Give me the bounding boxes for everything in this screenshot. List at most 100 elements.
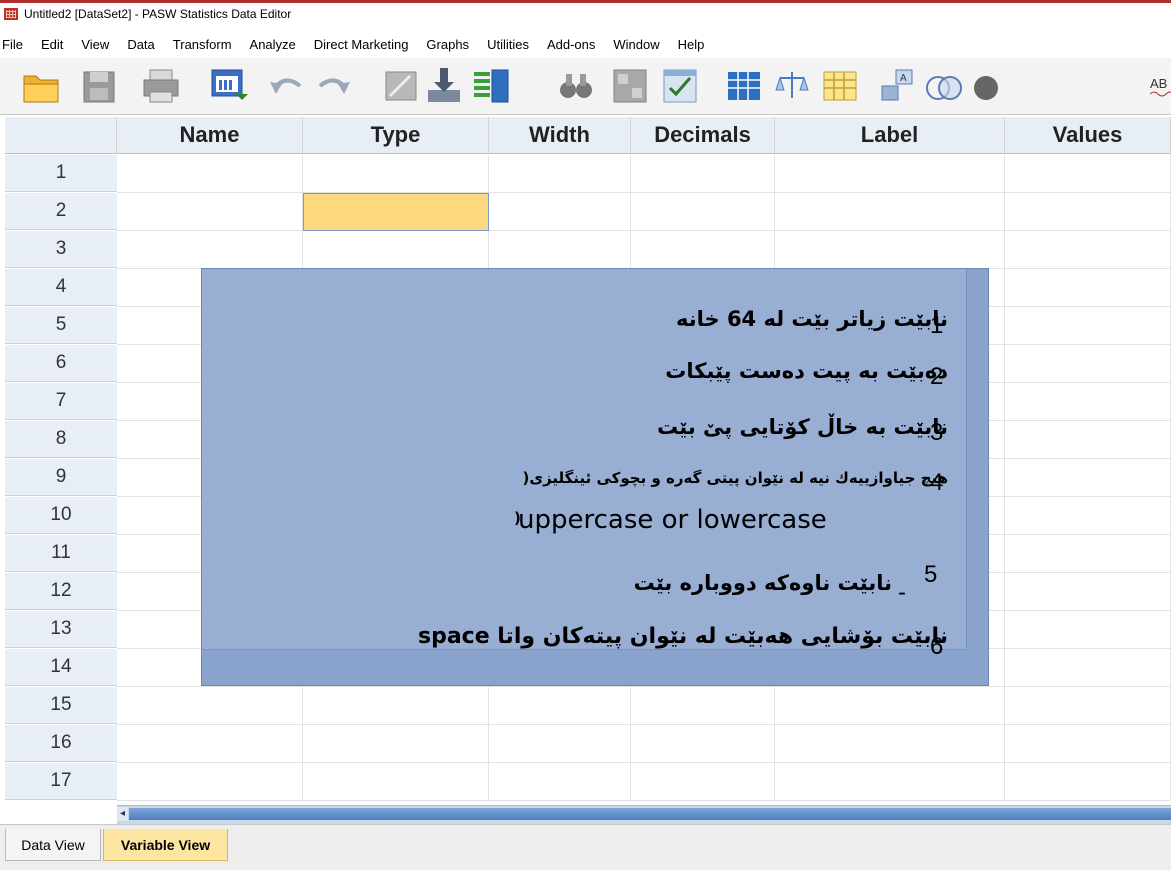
- cell-name[interactable]: [117, 687, 303, 725]
- cell-width[interactable]: [489, 231, 631, 269]
- weight-cases-icon[interactable]: [772, 66, 812, 106]
- goto-case-icon[interactable]: [382, 66, 422, 106]
- goto-variable-icon[interactable]: [424, 66, 464, 106]
- spell-check-icon[interactable]: AB: [1150, 66, 1171, 106]
- corner-cell[interactable]: [5, 117, 117, 154]
- cell-values[interactable]: [1005, 307, 1171, 345]
- menu-view[interactable]: View: [81, 37, 117, 52]
- row-number[interactable]: 16: [5, 725, 117, 762]
- row-number[interactable]: 2: [5, 193, 117, 230]
- row-number[interactable]: 8: [5, 421, 117, 458]
- cell-decimals[interactable]: [631, 231, 775, 269]
- cell-values[interactable]: [1005, 649, 1171, 687]
- menu-add-ons[interactable]: Add-ons: [547, 37, 603, 52]
- tab-data-view[interactable]: Data View: [5, 829, 101, 861]
- cell-values[interactable]: [1005, 269, 1171, 307]
- column-header-name[interactable]: Name: [117, 117, 303, 154]
- row-number[interactable]: 12: [5, 573, 117, 610]
- horizontal-scrollbar[interactable]: ◂: [117, 805, 1171, 824]
- value-labels-icon[interactable]: [820, 66, 860, 106]
- cell-values[interactable]: [1005, 459, 1171, 497]
- cell-width[interactable]: [489, 155, 631, 193]
- row-number[interactable]: 10: [5, 497, 117, 534]
- row-number[interactable]: 3: [5, 231, 117, 268]
- row-number[interactable]: 9: [5, 459, 117, 496]
- row-number[interactable]: 4: [5, 269, 117, 306]
- row-number[interactable]: 11: [5, 535, 117, 572]
- column-header-width[interactable]: Width: [489, 117, 631, 154]
- cell-values[interactable]: [1005, 155, 1171, 193]
- cell-name[interactable]: [117, 155, 303, 193]
- row-number[interactable]: 1: [5, 155, 117, 192]
- menu-direct-marketing[interactable]: Direct Marketing: [314, 37, 417, 52]
- cell-values[interactable]: [1005, 725, 1171, 763]
- row-number[interactable]: 7: [5, 383, 117, 420]
- custom-tables-icon[interactable]: [964, 66, 1004, 106]
- undo-icon[interactable]: [264, 66, 304, 106]
- cell-type[interactable]: [303, 687, 489, 725]
- row-number[interactable]: 17: [5, 763, 117, 800]
- cell-name[interactable]: [117, 725, 303, 763]
- cell-type[interactable]: [303, 231, 489, 269]
- cell-label[interactable]: [775, 193, 1005, 231]
- menu-help[interactable]: Help: [678, 37, 713, 52]
- menu-utilities[interactable]: Utilities: [487, 37, 537, 52]
- cell-decimals[interactable]: [631, 687, 775, 725]
- cell-width[interactable]: [489, 687, 631, 725]
- menu-file[interactable]: File: [2, 37, 31, 52]
- cell-width[interactable]: [489, 193, 631, 231]
- cell-label[interactable]: [775, 687, 1005, 725]
- cell-name[interactable]: [117, 231, 303, 269]
- cell-values[interactable]: [1005, 345, 1171, 383]
- cell-values[interactable]: [1005, 383, 1171, 421]
- select-cases-icon[interactable]: [660, 66, 700, 106]
- cell-values[interactable]: [1005, 421, 1171, 459]
- cell-decimals[interactable]: [631, 763, 775, 801]
- cell-width[interactable]: [489, 725, 631, 763]
- cell-values[interactable]: [1005, 763, 1171, 801]
- insert-cases-icon[interactable]: [724, 66, 764, 106]
- cell-values[interactable]: [1005, 497, 1171, 535]
- cell-label[interactable]: [775, 763, 1005, 801]
- save-icon[interactable]: [80, 66, 120, 106]
- cell-type[interactable]: [303, 155, 489, 193]
- open-folder-icon[interactable]: [20, 66, 64, 106]
- cell-name[interactable]: [117, 193, 303, 231]
- scrollbar-thumb[interactable]: [129, 808, 1171, 820]
- cell-label[interactable]: [775, 231, 1005, 269]
- row-number[interactable]: 13: [5, 611, 117, 648]
- row-number[interactable]: 14: [5, 649, 117, 686]
- column-header-decimals[interactable]: Decimals: [631, 117, 775, 154]
- cell-name[interactable]: [117, 763, 303, 801]
- menu-edit[interactable]: Edit: [41, 37, 71, 52]
- cell-decimals[interactable]: [631, 193, 775, 231]
- column-header-values[interactable]: Values: [1005, 117, 1171, 154]
- cell-decimals[interactable]: [631, 725, 775, 763]
- show-sets-icon[interactable]: [924, 66, 964, 106]
- menu-window[interactable]: Window: [613, 37, 667, 52]
- cell-decimals[interactable]: [631, 155, 775, 193]
- column-header-type[interactable]: Type: [303, 117, 489, 154]
- cell-values[interactable]: [1005, 611, 1171, 649]
- cell-values[interactable]: [1005, 687, 1171, 725]
- cell-values[interactable]: [1005, 573, 1171, 611]
- cell-type[interactable]: [303, 193, 489, 231]
- menu-data[interactable]: Data: [127, 37, 162, 52]
- print-icon[interactable]: [140, 66, 184, 106]
- cell-label[interactable]: [775, 725, 1005, 763]
- row-number[interactable]: 5: [5, 307, 117, 344]
- cell-values[interactable]: [1005, 535, 1171, 573]
- menu-transform[interactable]: Transform: [173, 37, 240, 52]
- menu-graphs[interactable]: Graphs: [426, 37, 477, 52]
- cell-type[interactable]: [303, 725, 489, 763]
- cell-width[interactable]: [489, 763, 631, 801]
- redo-icon[interactable]: [316, 66, 356, 106]
- cell-values[interactable]: [1005, 231, 1171, 269]
- cell-label[interactable]: [775, 155, 1005, 193]
- cell-type[interactable]: [303, 763, 489, 801]
- scroll-left-arrow-icon[interactable]: ◂: [117, 807, 128, 821]
- dialog-recall-icon[interactable]: [208, 66, 252, 106]
- row-number[interactable]: 6: [5, 345, 117, 382]
- row-number[interactable]: 15: [5, 687, 117, 724]
- cell-values[interactable]: [1005, 193, 1171, 231]
